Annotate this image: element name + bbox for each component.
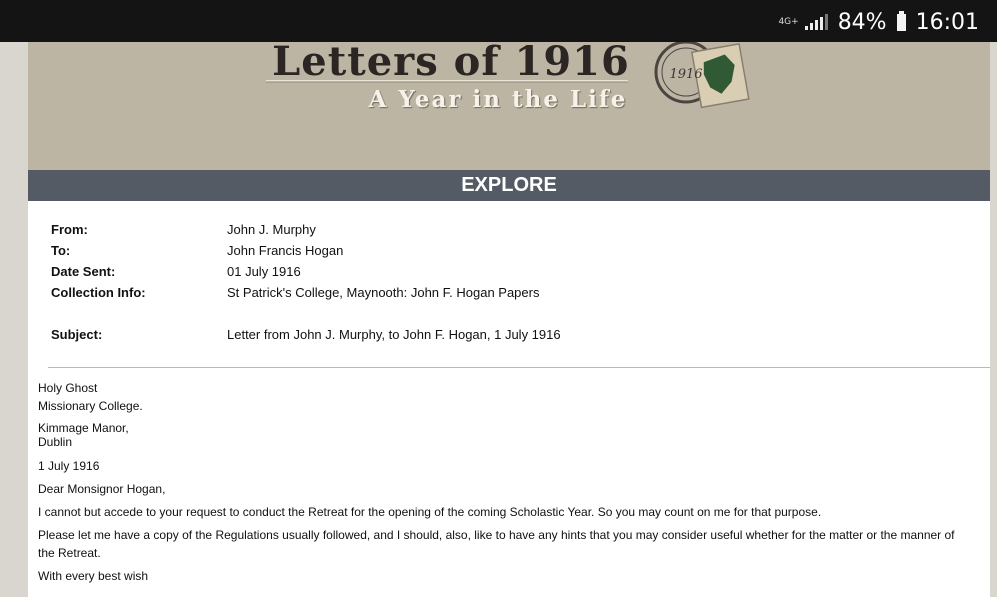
title-divider <box>266 80 628 83</box>
to-value: John Francis Hogan <box>227 243 344 258</box>
collection-label: Collection Info: <box>51 285 146 300</box>
web-page[interactable]: Letters of 1916 A Year in the Life 1916 … <box>28 42 990 597</box>
battery-icon <box>896 10 906 31</box>
address-line: Holy Ghost <box>38 381 98 395</box>
letter-paragraph: I cannot but accede to your request to c… <box>38 505 822 519</box>
explore-bar[interactable]: EXPLORE <box>28 170 990 201</box>
site-subtitle: A Year in the Life <box>368 86 628 113</box>
stamp-year: 1916 <box>669 67 702 82</box>
subject-label: Subject: <box>51 327 103 342</box>
status-indicators: 4G+ 84% 16:01 <box>778 8 979 36</box>
network-type: 4G+ <box>778 16 799 27</box>
explore-label[interactable]: EXPLORE <box>461 174 557 196</box>
section-divider <box>48 367 990 368</box>
status-bar: 4G+ 84% 16:01 <box>0 0 997 42</box>
from-label: From: <box>51 222 88 237</box>
subject-value: Letter from John J. Murphy, to John F. H… <box>227 327 561 342</box>
from-value: John J. Murphy <box>227 222 316 237</box>
letter-closing: With every best wish <box>38 569 149 583</box>
to-label: To: <box>51 243 71 258</box>
signal-icon <box>804 14 828 30</box>
site-title[interactable]: Letters of 1916 <box>266 42 636 85</box>
collection-value: St Patrick's College, Maynooth: John F. … <box>227 285 540 300</box>
address-line: Dublin <box>38 435 73 449</box>
address-line: Missionary College. <box>38 399 143 413</box>
postmark-stamp-icon: 1916 <box>654 42 750 109</box>
letter-body: Holy Ghost Missionary College. Kimmage M… <box>38 379 968 585</box>
letter-paragraph: Please let me have a copy of the Regulat… <box>38 528 955 560</box>
site-header: Letters of 1916 A Year in the Life 1916 <box>28 42 990 170</box>
letter-date: 1 July 1916 <box>38 459 100 473</box>
clock: 16:01 <box>915 9 979 35</box>
date-value: 01 July 1916 <box>227 264 301 279</box>
letter-greeting: Dear Monsignor Hogan, <box>38 482 166 496</box>
date-label: Date Sent: <box>51 264 116 279</box>
address-line: Kimmage Manor, <box>38 421 129 435</box>
battery-percentage: 84% <box>837 9 887 35</box>
